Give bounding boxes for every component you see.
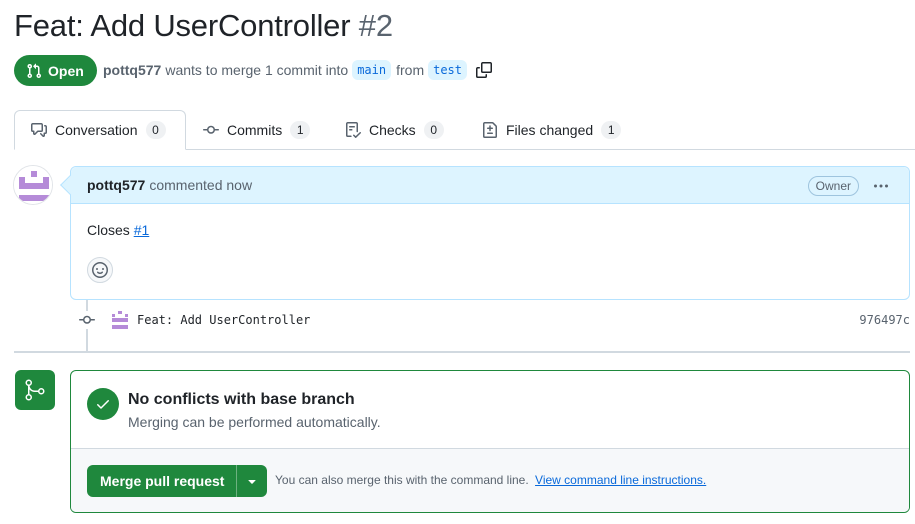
comment-timestamp[interactable]: commented now [149,177,252,193]
merge-pull-request-button[interactable]: Merge pull request [87,465,236,497]
timeline-divider [14,351,910,353]
git-commit-icon [78,311,96,329]
comment-header: pottq577 commented now Owner [71,167,909,204]
merge-note: You can also merge this with the command… [275,473,706,487]
merge-button-group: Merge pull request [87,465,268,497]
triangle-down-icon [244,473,260,489]
base-branch[interactable]: main [352,60,392,80]
comment-discussion-icon [31,122,47,138]
command-line-instructions-link[interactable]: View command line instructions. [535,473,706,487]
comment-author-link[interactable]: pottq577 [87,177,145,193]
head-branch[interactable]: test [428,60,468,80]
file-diff-icon [482,122,498,138]
check-icon [87,388,119,420]
commit-sha-link[interactable]: 976497c [859,313,910,327]
checklist-icon [345,122,361,138]
kebab-horizontal-icon[interactable] [873,178,889,194]
merge-heading: No conflicts with base branch [128,391,355,408]
comment-box: pottq577 commented now Owner Closes #1 [70,166,910,300]
tab-commits[interactable]: Commits 1 [203,110,311,150]
page-title: Feat: Add UserController #2 [14,8,393,44]
merge-actions: Merge pull request You can also merge th… [71,449,909,512]
tab-counter: 1 [290,121,311,139]
tab-label: Commits [227,122,283,138]
tab-counter: 0 [145,121,166,139]
timeline-commit: Feat: Add UserController 976497c [78,309,910,331]
pr-title: Feat: Add UserController [14,8,351,43]
tab-counter: 1 [601,121,622,139]
tab-checks[interactable]: Checks 0 [345,110,444,150]
from-label: from [396,62,425,78]
status-badge: Open [14,55,97,86]
pr-meta: pottq577 wants to merge 1 commit into ma… [103,59,493,81]
tab-conversation[interactable]: Conversation 0 [14,110,186,150]
git-pull-request-icon [26,63,42,79]
merge-box: No conflicts with base branch Merging ca… [70,370,910,513]
status-label: Open [48,62,84,79]
pr-author-link[interactable]: pottq577 [103,62,161,78]
smiley-icon [92,262,108,278]
tab-counter: 0 [423,121,444,139]
add-reaction-button[interactable] [87,257,113,283]
pr-number: #2 [358,8,393,43]
commit-message-link[interactable]: Feat: Add UserController [137,313,310,327]
comment-body: Closes #1 [71,204,909,238]
owner-badge: Owner [807,176,859,196]
merge-method-dropdown[interactable] [236,465,267,497]
comment-text: Closes [87,222,130,238]
commit-author-avatar[interactable] [110,310,130,330]
avatar[interactable] [13,165,53,205]
tab-label: Conversation [55,122,138,138]
merge-status: No conflicts with base branch Merging ca… [71,371,909,449]
tab-files-changed[interactable]: Files changed 1 [482,110,622,150]
merge-subtext: Merging can be performed automatically. [128,414,381,430]
git-merge-icon [15,370,55,410]
merge-description: wants to merge 1 commit into [165,62,349,78]
tab-label: Checks [369,122,416,138]
git-commit-icon [203,122,219,138]
tab-label: Files changed [506,122,594,138]
issue-link[interactable]: #1 [134,222,150,238]
merge-note-text: You can also merge this with the command… [275,473,529,487]
copy-icon[interactable] [476,62,493,78]
